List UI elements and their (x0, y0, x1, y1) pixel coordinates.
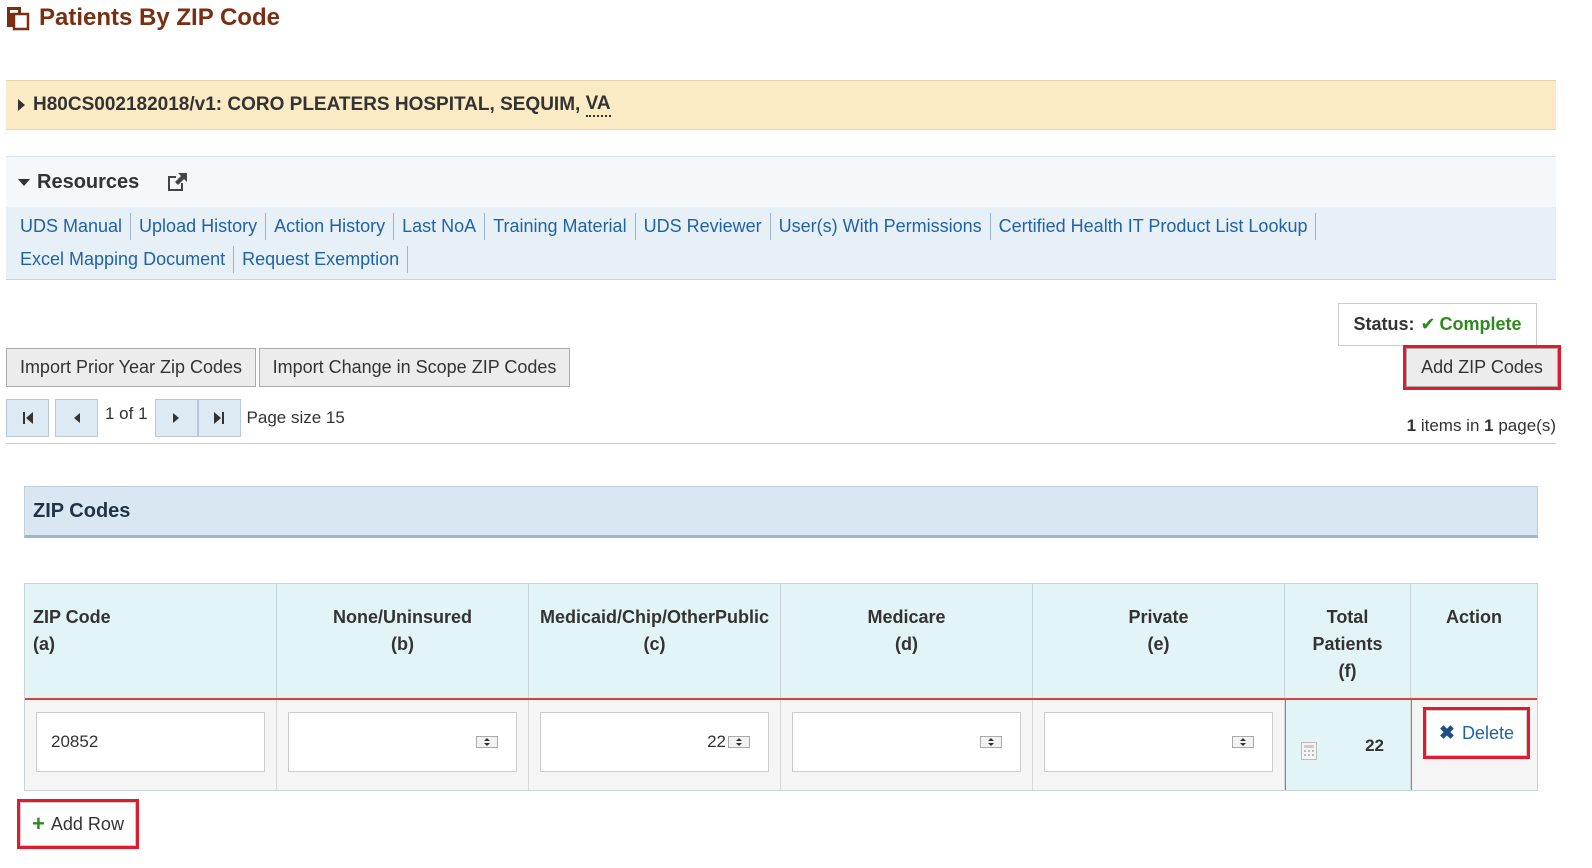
spinner-icon[interactable] (980, 736, 1002, 748)
divider (6, 443, 1556, 444)
spinner-icon[interactable] (476, 736, 498, 748)
column-code: (a) (33, 634, 55, 654)
zip-codes-table: ZIP Code (a) None/Uninsured (b) Medicaid… (24, 583, 1538, 791)
status-value: Complete (1439, 314, 1522, 334)
link-excel-mapping[interactable]: Excel Mapping Document (12, 246, 235, 273)
medicaid-cell: 22 (529, 700, 781, 790)
column-name: Action (1446, 607, 1502, 627)
delete-label: Delete (1461, 722, 1514, 743)
column-header-medicaid: Medicaid/Chip/OtherPublic (c) (529, 584, 781, 698)
status-label: Status: (1353, 314, 1415, 334)
column-name: ZIP Code (33, 607, 111, 627)
table-header: ZIP Code (a) None/Uninsured (b) Medicaid… (25, 584, 1537, 700)
medicare-input[interactable] (792, 712, 1021, 772)
link-last-noa[interactable]: Last NoA (394, 213, 486, 240)
medicaid-input[interactable]: 22 (540, 712, 769, 772)
grant-title: H80CS002182018/v1: CORO PLEATERS HOSPITA… (33, 94, 586, 115)
none-uninsured-cell (277, 700, 529, 790)
add-row-label: Add Row (50, 813, 124, 834)
link-training-material[interactable]: Training Material (485, 213, 636, 240)
status-badge: Status: ✔ Complete (1338, 303, 1537, 346)
documents-icon (7, 7, 30, 31)
next-page-icon (173, 413, 180, 423)
column-header-none-uninsured: None/Uninsured (b) (277, 584, 529, 698)
resources-header[interactable]: Resources (6, 157, 1556, 207)
private-cell (1033, 700, 1285, 790)
add-zip-codes-button[interactable]: Add ZIP Codes (1403, 345, 1561, 390)
total-patients-value: 22 (1365, 736, 1384, 755)
first-page-icon (22, 412, 33, 424)
expand-caret-icon[interactable] (18, 99, 25, 111)
first-page-button[interactable] (6, 399, 49, 437)
import-prior-year-button[interactable]: Import Prior Year Zip Codes (6, 348, 256, 387)
grant-state: VA (585, 93, 611, 117)
resources-links: UDS Manual Upload History Action History… (6, 207, 1536, 279)
zip-cell: 20852 (25, 700, 277, 790)
page-title: Patients By ZIP Code (39, 4, 280, 31)
column-header-medicare: Medicare (d) (781, 584, 1033, 698)
private-input[interactable] (1044, 712, 1273, 772)
column-name: Total (1326, 607, 1369, 627)
previous-page-icon (73, 413, 80, 423)
zip-code-input[interactable]: 20852 (36, 712, 265, 772)
none-uninsured-input[interactable] (288, 712, 517, 772)
last-page-button[interactable] (197, 399, 241, 437)
spinner-icon[interactable] (728, 736, 750, 748)
link-certified-health-it[interactable]: Certified Health IT Product List Lookup (991, 213, 1317, 240)
import-change-in-scope-button[interactable]: Import Change in Scope ZIP Codes (259, 348, 570, 387)
items-count-text: 1 items in 1 page(s) (1407, 416, 1556, 436)
resources-title: Resources (37, 170, 140, 193)
pager: 1 of 1 Page size 15 (6, 399, 345, 437)
spinner-icon[interactable] (1232, 736, 1254, 748)
column-header-total-patients: Total Patients (f) (1285, 584, 1411, 698)
action-cell: ✖ Delete (1411, 700, 1537, 790)
medicare-cell (781, 700, 1033, 790)
page-size-label: Page size 15 (246, 408, 345, 427)
total-patients-cell: 22 (1285, 700, 1411, 790)
page-header: Patients By ZIP Code (5, 4, 280, 32)
items-text: items in (1416, 416, 1485, 435)
column-code: (c) (643, 634, 666, 654)
column-code: (f) (1338, 661, 1357, 681)
column-code: (e) (1147, 634, 1170, 654)
link-request-exemption[interactable]: Request Exemption (234, 246, 409, 273)
link-upload-history[interactable]: Upload History (131, 213, 267, 240)
link-users-with-permissions[interactable]: User(s) With Permissions (771, 213, 991, 240)
column-code: (d) (895, 634, 918, 654)
external-link-icon[interactable] (165, 171, 189, 193)
pages-count: 1 (1484, 416, 1494, 435)
zip-code-value: 20852 (51, 732, 99, 751)
column-header-private: Private (e) (1033, 584, 1285, 698)
next-page-button[interactable] (154, 399, 198, 437)
items-count: 1 (1406, 416, 1417, 435)
previous-page-button[interactable] (55, 399, 98, 437)
column-header-action: Action (1411, 584, 1537, 698)
page-indicator: 1 of 1 (105, 404, 148, 423)
calculator-icon (1301, 742, 1317, 760)
close-icon: ✖ (1439, 722, 1455, 744)
resources-panel: Resources UDS Manual Upload History Acti… (6, 156, 1556, 280)
zip-codes-section-title: ZIP Codes (24, 486, 1538, 538)
table-row: 20852 22 22 ✖ Delete (25, 700, 1537, 790)
column-code: (b) (391, 634, 414, 654)
column-name: Private (1128, 607, 1189, 627)
medicaid-value: 22 (707, 732, 726, 751)
collapse-caret-icon[interactable] (18, 178, 30, 186)
column-name: None/Uninsured (332, 607, 472, 627)
plus-icon: + (32, 811, 45, 836)
link-uds-manual[interactable]: UDS Manual (12, 213, 132, 240)
column-name: Medicaid/Chip/OtherPublic (539, 607, 770, 627)
grant-bar[interactable]: H80CS002182018/v1: CORO PLEATERS HOSPITA… (6, 80, 1556, 130)
pages-text: page(s) (1493, 416, 1556, 435)
add-row-button[interactable]: + Add Row (17, 799, 139, 849)
link-uds-reviewer[interactable]: UDS Reviewer (636, 213, 771, 240)
column-header-zip: ZIP Code (a) (25, 584, 277, 698)
link-action-history[interactable]: Action History (266, 213, 395, 240)
delete-row-button[interactable]: ✖ Delete (1423, 707, 1530, 759)
column-name-2: Patients (1312, 634, 1383, 654)
check-icon: ✔ (1420, 314, 1436, 334)
last-page-icon (214, 412, 225, 424)
column-name: Medicare (867, 607, 946, 627)
